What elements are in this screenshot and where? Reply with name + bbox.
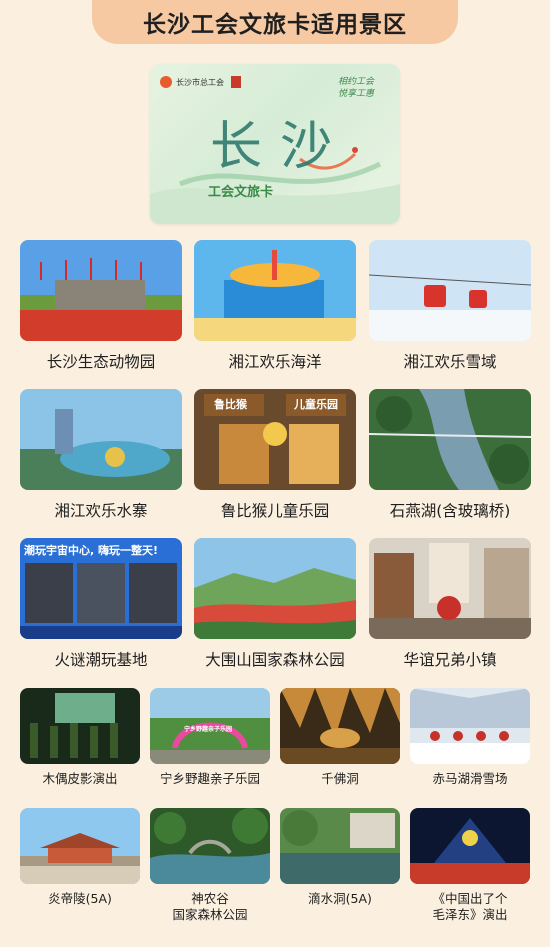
family-park-scene: 宁乡野趣亲子乐园	[150, 688, 270, 764]
spot-label: 湘江欢乐雪域	[403, 353, 497, 371]
spot-label: 长沙生态动物园	[46, 353, 156, 371]
temple-scene	[20, 808, 140, 884]
spot-label: 鲁比猴儿童乐园	[220, 502, 330, 520]
kids-park-sign: 儿童乐园	[294, 398, 338, 411]
family-park-arch: 宁乡野趣亲子乐园	[184, 726, 233, 733]
cave-scene	[280, 688, 400, 764]
valley-scene	[150, 808, 270, 884]
card-name: 工会文旅卡	[208, 185, 274, 200]
water-park-scene	[20, 389, 182, 490]
union-logo-icon	[160, 76, 172, 88]
lake-bridge-scene	[369, 389, 531, 490]
arcade-banner: 潮玩宇宙中心, 嗨玩一整天!	[24, 544, 159, 557]
spot-label: 炎帝陵(5A)	[48, 891, 112, 906]
stage-show-scene	[410, 808, 530, 884]
spot-label: 宁乡野趣亲子乐园	[159, 771, 260, 786]
forest-scene	[194, 538, 356, 639]
kids-park-scene: 鲁比猴 儿童乐园	[194, 389, 356, 490]
spot-label: 火谜潮玩基地	[54, 651, 148, 669]
spot-label: 湘江欢乐海洋	[228, 353, 322, 371]
town-scene	[369, 538, 531, 639]
spot-label: 赤马湖滑雪场	[432, 771, 508, 786]
pond-scene	[280, 808, 400, 884]
issuer-logo: 长沙市总工会	[160, 76, 241, 88]
spot-label: 千佛洞	[321, 771, 359, 786]
arcade-scene: 潮玩宇宙中心, 嗨玩一整天!	[20, 538, 182, 639]
spot-label: 石燕湖(含玻璃桥)	[389, 502, 511, 520]
spot-label: 滴水洞(5A)	[308, 891, 372, 906]
spot-label: 大围山国家森林公园	[205, 651, 345, 669]
card-art-text: 长沙	[210, 117, 351, 177]
kids-park-sign: 鲁比猴	[214, 398, 247, 411]
spot-label: 神农谷 国家森林公园	[172, 891, 248, 922]
card-slogan: 相约工会 悦享工惠	[337, 77, 374, 99]
spot-label: 《中国出了个 毛泽东》演出	[432, 891, 508, 922]
ski-scene	[410, 688, 530, 764]
spot-label: 华谊兄弟小镇	[403, 651, 497, 669]
stamp-icon	[231, 76, 241, 88]
zoo-scene	[20, 240, 182, 341]
page-title: 长沙工会文旅卡适用景区	[143, 12, 407, 38]
snow-park-scene	[369, 240, 531, 341]
union-card-image: 长沙市总工会 相约工会 悦享工惠 长沙 工会文旅卡	[150, 64, 400, 224]
page-title-tab: 长沙工会文旅卡适用景区	[92, 0, 458, 44]
ocean-park-scene	[194, 240, 356, 341]
puppet-show-scene	[20, 688, 140, 764]
spot-label: 湘江欢乐水寨	[54, 502, 148, 520]
spot-label: 木偶皮影演出	[42, 771, 118, 786]
